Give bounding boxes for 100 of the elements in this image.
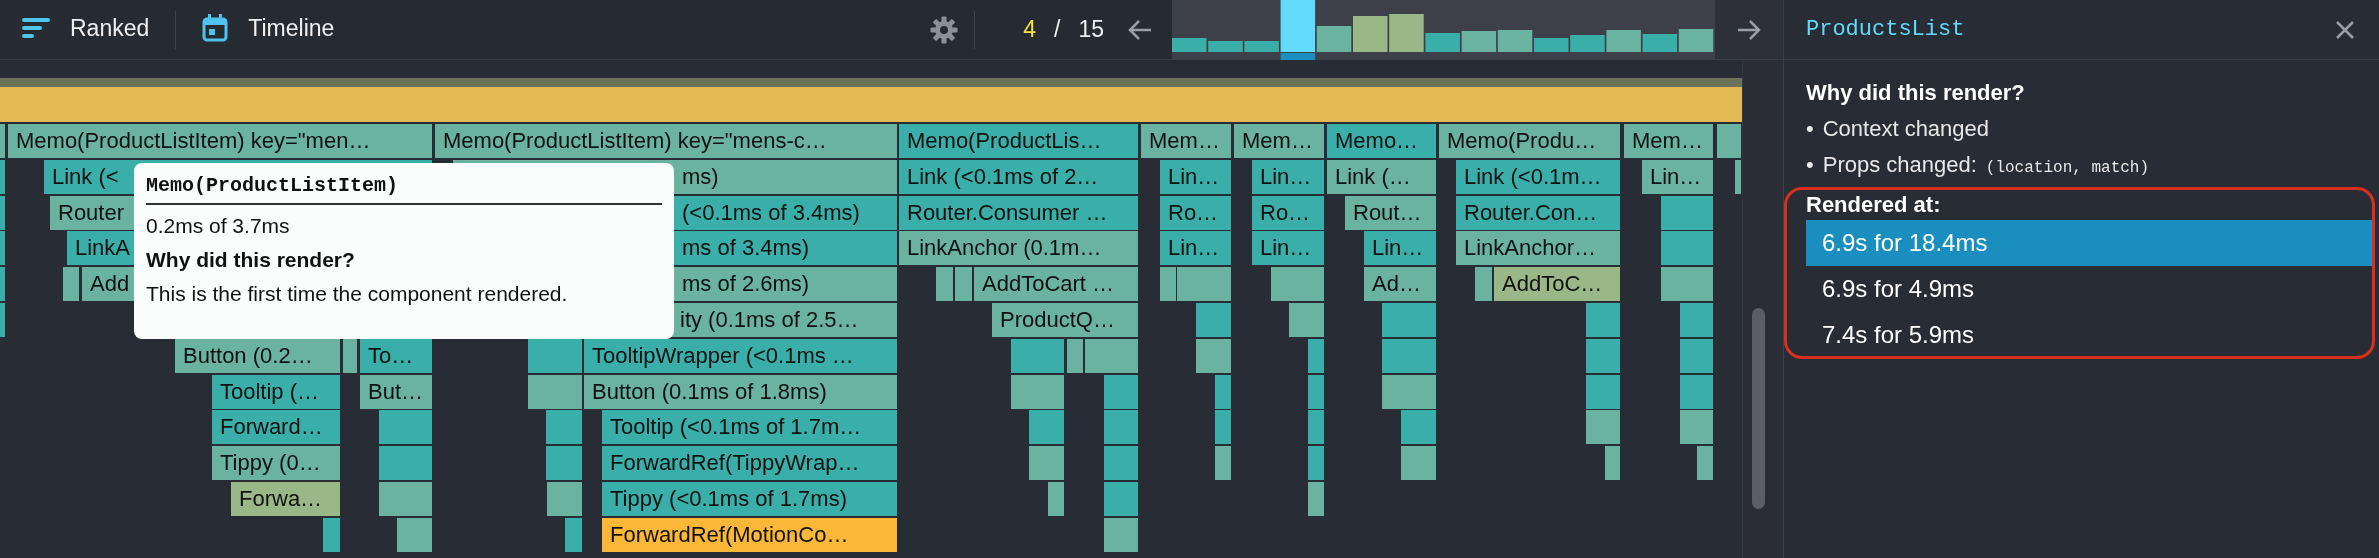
flame-bar[interactable] [1215,374,1231,409]
flame-bar[interactable]: Ro… [1252,195,1324,230]
flame-bar[interactable]: Ro… [1160,195,1231,230]
flame-bar[interactable] [1177,267,1231,302]
flame-bar[interactable]: TooltipWrapper (<0.1ms … [584,338,897,373]
flame-bar[interactable] [936,267,953,302]
flame-bar[interactable] [1605,446,1620,481]
flame-bar[interactable] [1104,374,1138,409]
flame-bar[interactable]: ForwardRef(MotionCo… [602,517,897,552]
flame-bar[interactable] [1382,338,1436,373]
close-button[interactable] [2335,19,2355,40]
flame-bar[interactable]: To… [360,338,432,373]
flame-bar[interactable] [1067,338,1083,373]
flame-bar[interactable]: Memo(ProductListItem) key="men… [8,124,432,158]
flame-bar[interactable] [1029,446,1064,481]
flame-bar[interactable]: Link (<0.1m… [1456,159,1620,194]
flame-bar[interactable] [0,231,5,266]
view-tab[interactable]: Timeline [202,8,335,51]
flame-bar[interactable] [1661,231,1713,266]
flame-bar[interactable]: Memo… [1327,124,1436,158]
flame-bar[interactable]: Memo(Produ… [1439,124,1620,158]
flame-bar[interactable]: Memo(ProductListItem) key="mens-c… [435,124,897,158]
render-item[interactable]: 7.4s for 5.9ms [1806,312,2372,358]
flame-bar[interactable] [1661,267,1713,302]
flame-bar[interactable] [1308,338,1324,373]
flame-bar[interactable] [1215,410,1231,445]
flame-bar[interactable] [1196,338,1231,373]
flame-bar[interactable]: ForwardRef(TippyWrap… [602,446,897,481]
flame-bar[interactable] [1308,410,1324,445]
flame-bar[interactable]: Rout… [1345,195,1436,230]
flame-bar[interactable] [1011,338,1064,373]
flame-bar[interactable] [323,517,340,552]
flame-bar[interactable]: Lin… [1252,159,1324,194]
flame-bar[interactable] [0,159,5,194]
flame-bar[interactable] [1308,374,1324,409]
flame-bar[interactable]: But… [360,374,432,409]
flame-bar[interactable] [1401,410,1436,445]
flame-bar[interactable] [397,517,432,552]
flame-bar[interactable]: Lin… [1160,159,1231,194]
flame-bar[interactable] [528,338,582,373]
flame-bar[interactable] [1401,446,1436,481]
flame-bar[interactable]: LinkAnchor (0.1m… [899,231,1138,266]
flame-bar[interactable] [528,374,582,409]
flame-bar[interactable]: Tippy (0… [212,446,340,481]
flame-bar[interactable] [1680,374,1713,409]
flame-bar[interactable] [1586,338,1620,373]
flame-bar[interactable] [1160,267,1176,302]
flame-bar[interactable]: Mem… [1624,124,1713,158]
flame-bar[interactable] [1586,374,1620,409]
flame-bar[interactable] [1382,374,1436,409]
flame-bar[interactable] [379,410,432,445]
flame-bar[interactable] [379,446,432,481]
next-button[interactable] [1715,0,1783,59]
flame-bar[interactable]: AddToCart … [974,267,1138,302]
flame-bar[interactable] [1586,410,1620,445]
render-item[interactable]: 6.9s for 4.9ms [1806,266,2372,312]
flame-bar[interactable]: Lin… [1160,231,1231,266]
flame-bar[interactable]: Lin… [1364,231,1436,266]
flame-bar[interactable] [1104,446,1138,481]
previous-button[interactable] [1128,18,1152,41]
flame-bar[interactable] [1680,410,1713,445]
flame-bar[interactable]: Lin… [1252,231,1324,266]
flame-bar[interactable]: Button (0.2… [175,338,340,373]
flame-bar[interactable] [0,267,5,302]
flame-bar[interactable]: Router.Consumer … [899,195,1138,230]
flame-bar[interactable]: Tippy (<0.1ms of 1.7ms) [602,482,897,516]
flame-bar[interactable] [1104,410,1138,445]
flame-bar[interactable]: Link (… [1327,159,1436,194]
flame-bar[interactable] [1661,195,1713,230]
flame-bar[interactable] [1011,374,1064,409]
settings-button[interactable] [930,15,959,44]
flame-bar[interactable]: Tooltip (<0.1ms of 1.7m… [602,410,897,445]
flame-bar[interactable] [1271,267,1324,302]
flame-bar[interactable] [1680,338,1713,373]
flame-bar[interactable]: Router.Con… [1456,195,1620,230]
flame-bar[interactable]: Link (<0.1ms of 2… [899,159,1138,194]
flame-bar[interactable] [546,446,582,481]
flame-bar[interactable] [1029,410,1064,445]
flame-bar[interactable] [565,517,582,552]
view-tab[interactable]: Ranked [22,8,150,51]
flame-bar[interactable]: Button (0.1ms of 1.8ms) [584,374,897,409]
flame-bar[interactable] [1104,517,1138,552]
scrollbar-thumb[interactable] [1752,308,1765,509]
flame-bar[interactable] [1735,159,1741,194]
flame-bar[interactable]: Lin… [1642,159,1713,194]
flame-bar[interactable]: Ad… [1364,267,1436,302]
flame-bar[interactable] [1085,338,1138,373]
flame-bar[interactable] [1697,446,1713,481]
flame-bar[interactable]: AddToC… [1494,267,1620,302]
flame-bar[interactable]: ProductQ… [992,303,1138,337]
flame-bar[interactable]: Mem… [1141,124,1231,158]
flame-bar[interactable]: LinkAnchor… [1456,231,1620,266]
flame-bar[interactable]: Memo(ProductLis… [899,124,1138,158]
flame-bar[interactable]: Mem… [1234,124,1324,158]
commit-bars-drawing[interactable] [1172,0,1715,60]
flame-bar[interactable] [1308,446,1324,481]
render-item[interactable]: 6.9s for 18.4ms [1806,220,2372,266]
flame-bar[interactable] [1475,267,1492,302]
flame-bar[interactable] [0,195,5,230]
flame-bar[interactable] [63,267,79,302]
